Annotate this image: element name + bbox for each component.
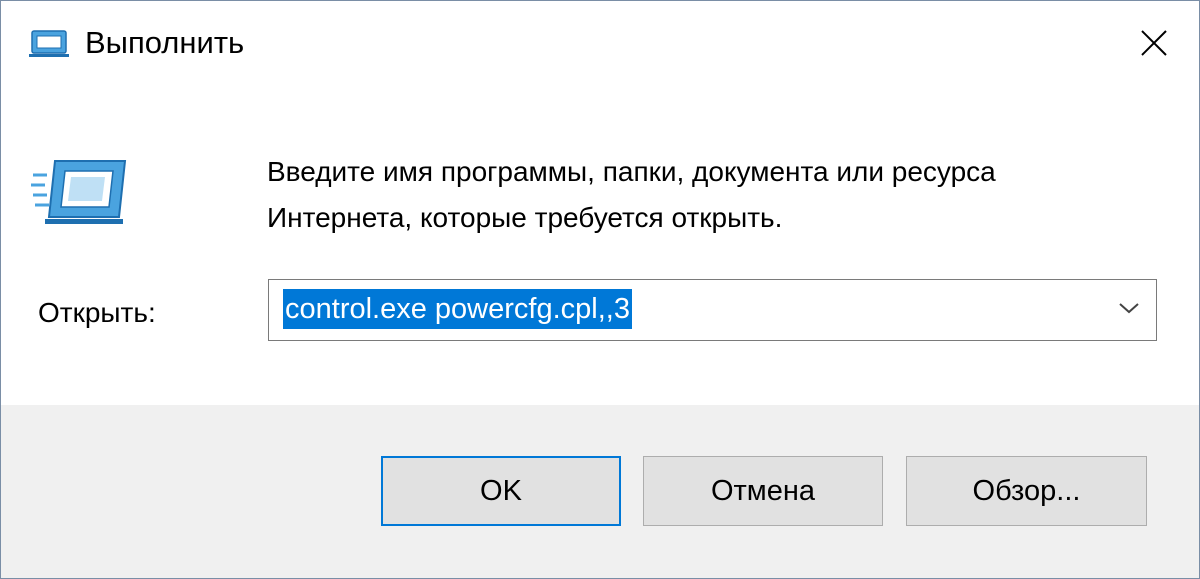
close-button[interactable]	[1109, 1, 1199, 89]
cancel-button[interactable]: Отмена	[643, 456, 883, 526]
run-dialog: Выполнить Введите имя программы, папки, …	[0, 0, 1200, 579]
dialog-content: Введите имя программы, папки, документа …	[1, 89, 1199, 405]
button-bar: OK Отмена Обзор...	[1, 405, 1199, 578]
run-icon	[31, 155, 127, 227]
open-combobox[interactable]: control.exe powercfg.cpl,,3	[268, 279, 1157, 341]
description-line: Введите имя программы, папки, документа …	[267, 156, 996, 187]
ok-button[interactable]: OK	[381, 456, 621, 526]
dialog-description: Введите имя программы, папки, документа …	[267, 149, 1167, 241]
close-icon	[1139, 28, 1169, 63]
run-icon	[29, 27, 69, 59]
chevron-down-icon	[1118, 301, 1140, 320]
open-input[interactable]: control.exe powercfg.cpl,,3	[283, 289, 632, 329]
open-label: Открыть:	[38, 297, 156, 328]
dropdown-button[interactable]	[1102, 280, 1156, 340]
window-title: Выполнить	[85, 25, 245, 60]
description-line: Интернета, которые требуется открыть.	[267, 202, 783, 233]
browse-button[interactable]: Обзор...	[906, 456, 1147, 526]
title-bar[interactable]: Выполнить	[1, 1, 1199, 89]
